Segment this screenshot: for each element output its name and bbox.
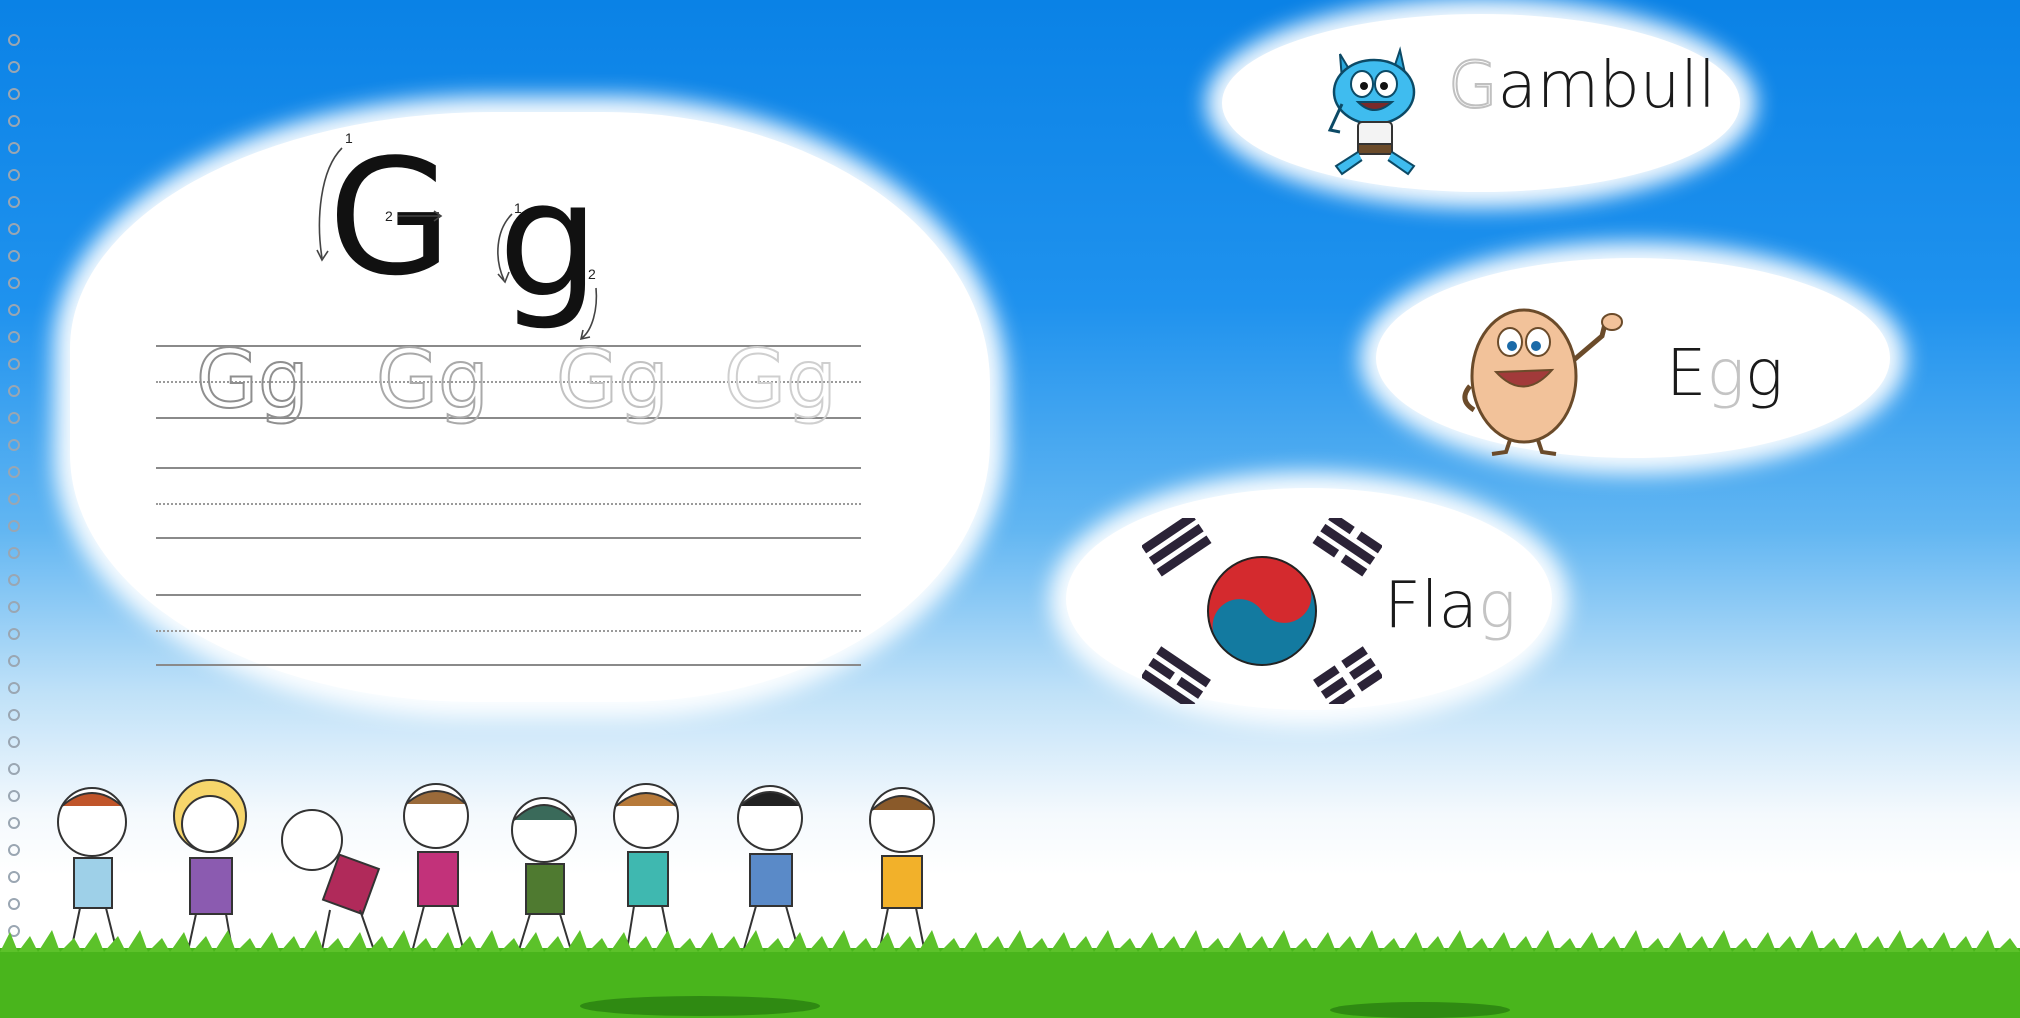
trace-pair: Gg (555, 333, 670, 426)
word-lead: E (1666, 337, 1707, 411)
guide-top-line (156, 594, 861, 596)
guide-mid-line (156, 503, 861, 505)
highlight-letter: G (1447, 49, 1499, 123)
trace-pair: Gg (723, 333, 838, 426)
trace-pair: Gg (375, 333, 490, 426)
highlight-letter: g (1706, 337, 1745, 411)
word-gambull: Gambull (1447, 53, 1716, 119)
word-rest: ambull (1497, 49, 1716, 123)
word-lead: Fla (1384, 569, 1478, 643)
notebook-spiral (8, 34, 20, 964)
guide-mid-line (156, 630, 861, 632)
trace-pair: Gg (195, 333, 310, 426)
grass-strip (0, 930, 2020, 1018)
guide-base-line (156, 537, 861, 539)
word-rest: g (1744, 337, 1784, 411)
cartoon-egg-icon (1462, 308, 1623, 456)
stroke-arrows (316, 147, 598, 341)
cartoon-cat-icon (1327, 46, 1416, 176)
highlight-letter: g (1477, 569, 1517, 643)
guide-base-line (156, 664, 861, 666)
word-egg: Egg (1666, 342, 1783, 406)
guide-top-line (156, 467, 861, 469)
word-flag: Flag (1384, 574, 1516, 638)
korean-flag-icon (1142, 518, 1382, 704)
